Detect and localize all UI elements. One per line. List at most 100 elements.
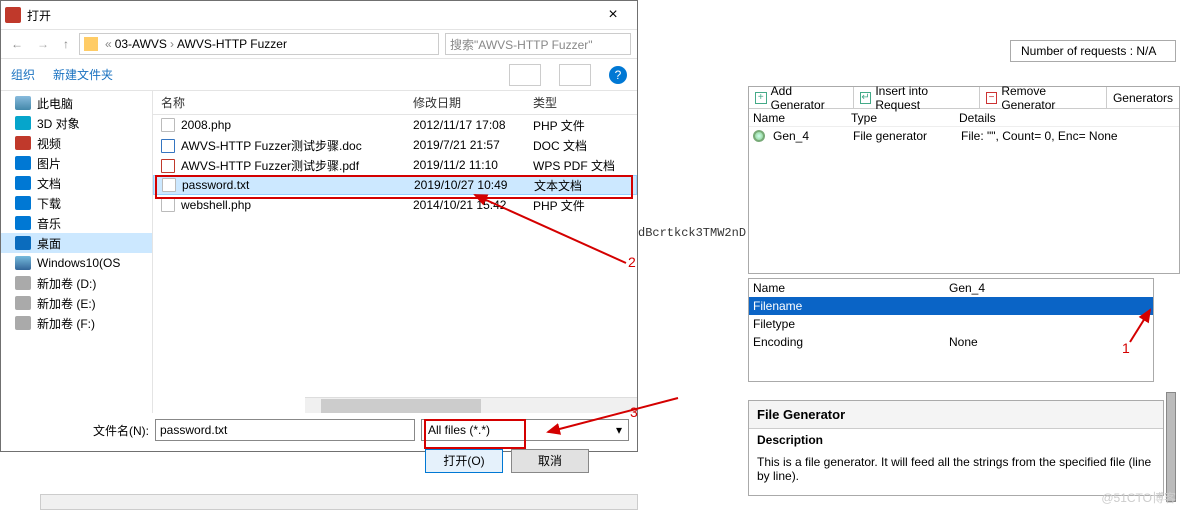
toolbar: 组织 新建文件夹 ? [1, 59, 637, 91]
properties-panel: Name Gen_4 Filename Filetype EncodingNone [748, 278, 1154, 382]
filename-label: 文件名(N): [9, 422, 149, 439]
sidebar-item[interactable]: 音乐 [1, 213, 152, 233]
cancel-button[interactable]: 取消 [511, 449, 589, 473]
fg-title: File Generator [749, 401, 1163, 429]
sidebar-item[interactable]: 新加卷 (D:) [1, 273, 152, 293]
help-icon[interactable]: ? [609, 66, 627, 84]
folder-icon [15, 156, 31, 170]
up-icon[interactable]: ↑ [59, 37, 73, 51]
col-name: Name [749, 281, 945, 295]
col-name[interactable]: Name [749, 111, 847, 125]
col-type[interactable]: Type [847, 111, 955, 125]
fg-desc-label: Description [749, 429, 1163, 451]
sidebar-item[interactable]: 此电脑 [1, 93, 152, 113]
property-row[interactable]: EncodingNone [749, 333, 1153, 351]
sidebar-item[interactable]: 3D 对象 [1, 113, 152, 133]
preview-button[interactable] [559, 64, 591, 86]
outer-scrollbar[interactable] [40, 494, 638, 510]
sidebar-label: 视频 [37, 135, 61, 152]
view-button[interactable] [509, 64, 541, 86]
sidebar: 此电脑 3D 对象视频图片文档下载音乐桌面Windows10(OS新加卷 (D:)… [1, 91, 153, 413]
file-list: 名称 修改日期 类型 2008.php2012/11/17 17:08PHP 文… [153, 91, 637, 413]
dialog-footer: 文件名(N): All files (*.*)▾ 打开(O) 取消 [1, 413, 637, 481]
folder-icon [15, 176, 31, 190]
ann-3: 3 [630, 404, 638, 420]
sidebar-item[interactable]: 新加卷 (E:) [1, 293, 152, 313]
organize-button[interactable]: 组织 [11, 66, 35, 83]
file-row[interactable]: AWVS-HTTP Fuzzer测试步骤.pdf2019/11/2 11:10W… [153, 155, 637, 175]
close-icon[interactable]: × [593, 6, 633, 24]
folder-icon [15, 96, 31, 110]
path-seg[interactable]: 03-AWVS [115, 37, 167, 51]
file-date: 2014/10/21 15:42 [405, 198, 525, 212]
folder-icon [15, 316, 31, 330]
annotation-box-3 [424, 419, 526, 449]
path-seg[interactable]: AWVS-HTTP Fuzzer [177, 37, 287, 51]
right-panel: Number of requests : N/A +Add Generator … [638, 0, 1184, 512]
property-row[interactable]: Filetype [749, 315, 1153, 333]
sidebar-label: 桌面 [37, 235, 61, 252]
insert-request-button[interactable]: ↵Insert into Request [854, 87, 980, 108]
titlebar: 打开 × [1, 1, 637, 29]
sidebar-item[interactable]: 新加卷 (F:) [1, 313, 152, 333]
prop-key: Filetype [749, 317, 945, 331]
dialog-title: 打开 [27, 7, 593, 24]
add-generator-button[interactable]: +Add Generator [749, 87, 854, 108]
newfolder-button[interactable]: 新建文件夹 [53, 66, 113, 83]
file-type: DOC 文档 [525, 137, 625, 154]
file-icon [161, 159, 175, 173]
sidebar-item[interactable]: Windows10(OS [1, 253, 152, 273]
sidebar-label: 3D 对象 [37, 115, 80, 132]
file-icon [161, 198, 175, 212]
file-date: 2012/11/17 17:08 [405, 118, 525, 132]
file-row[interactable]: AWVS-HTTP Fuzzer测试步骤.doc2019/7/21 21:57D… [153, 135, 637, 155]
v-scrollbar[interactable] [1166, 392, 1176, 502]
file-header: 名称 修改日期 类型 [153, 91, 637, 115]
file-generator-panel: File Generator Description This is a fil… [748, 400, 1164, 496]
sidebar-item[interactable]: 文档 [1, 173, 152, 193]
file-row[interactable]: 2008.php2012/11/17 17:08PHP 文件 [153, 115, 637, 135]
folder-icon [15, 276, 31, 290]
folder-icon [15, 236, 31, 250]
forward-icon: → [33, 37, 53, 51]
col-details[interactable]: Details [955, 111, 1179, 125]
folder-icon [15, 296, 31, 310]
sidebar-item[interactable]: 图片 [1, 153, 152, 173]
breadcrumb[interactable]: « 03-AWVS › AWVS-HTTP Fuzzer [79, 33, 439, 55]
col-name[interactable]: 名称 [153, 94, 405, 111]
generators-toolbar: +Add Generator ↵Insert into Request −Rem… [749, 87, 1179, 109]
gen-details: File: "", Count= 0, Enc= None [957, 129, 1179, 143]
h-scrollbar[interactable] [305, 397, 637, 413]
property-row[interactable]: Filename [749, 297, 1153, 315]
app-icon [5, 7, 21, 23]
sidebar-label: 新加卷 (E:) [37, 295, 96, 312]
generators-header: Name Type Details [749, 109, 1179, 127]
generators-label: Generators [1107, 87, 1179, 108]
gen-type: File generator [849, 129, 957, 143]
file-type: PHP 文件 [525, 197, 625, 214]
back-icon[interactable]: ← [7, 37, 27, 51]
file-icon [161, 118, 175, 132]
open-file-dialog: 打开 × ← → ↑ « 03-AWVS › AWVS-HTTP Fuzzer … [0, 0, 638, 452]
sidebar-label: 下载 [37, 195, 61, 212]
properties-header: Name Gen_4 [749, 279, 1153, 297]
sidebar-item[interactable]: 视频 [1, 133, 152, 153]
file-type: WPS PDF 文档 [525, 157, 625, 174]
sidebar-item[interactable]: 桌面 [1, 233, 152, 253]
prop-key: Filename [749, 299, 945, 313]
sidebar-label: 文档 [37, 175, 61, 192]
generator-row[interactable]: Gen_4 File generator File: "", Count= 0,… [749, 127, 1179, 145]
sidebar-label: 此电脑 [37, 95, 73, 112]
file-date: 2019/11/2 11:10 [405, 158, 525, 172]
search-input[interactable]: 搜索"AWVS-HTTP Fuzzer" [445, 33, 631, 55]
col-type[interactable]: 类型 [525, 94, 625, 111]
col-date[interactable]: 修改日期 [405, 94, 525, 111]
remove-generator-button[interactable]: −Remove Generator [980, 87, 1107, 108]
nav-row: ← → ↑ « 03-AWVS › AWVS-HTTP Fuzzer 搜索"AW… [1, 29, 637, 59]
filename-input[interactable] [155, 419, 415, 441]
ann-2: 2 [628, 254, 636, 270]
open-button[interactable]: 打开(O) [425, 449, 503, 473]
sidebar-item[interactable]: 下载 [1, 193, 152, 213]
gen-name: Gen_4 [769, 129, 849, 143]
sidebar-label: 新加卷 (F:) [37, 315, 95, 332]
